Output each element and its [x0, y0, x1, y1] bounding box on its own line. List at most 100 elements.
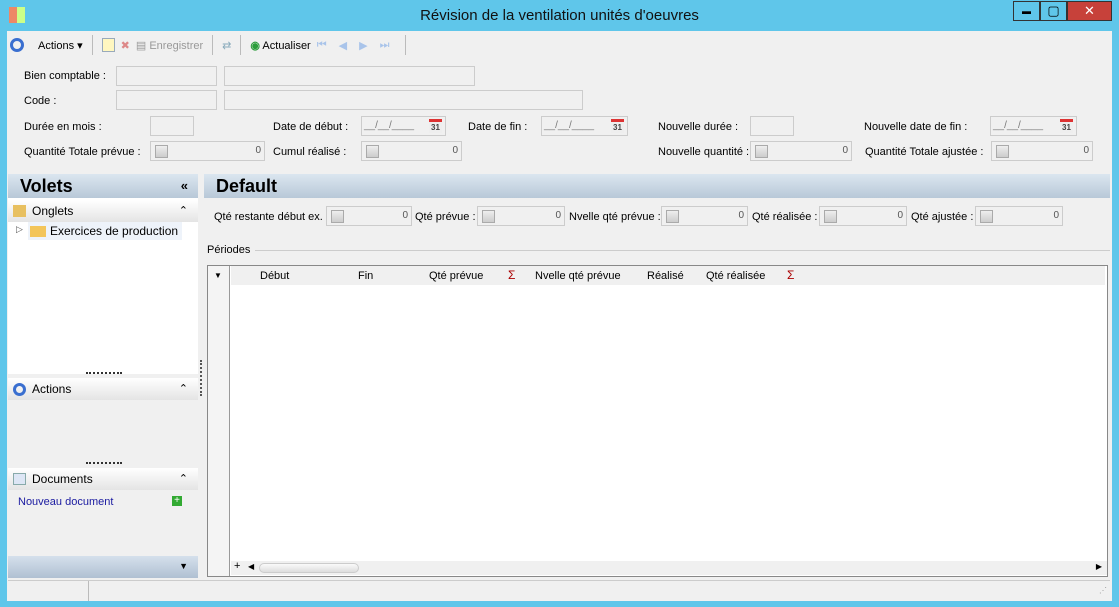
status-bar: ⋰: [8, 580, 1110, 601]
code-label: Code :: [24, 95, 57, 107]
delete-icon[interactable]: ✖: [121, 39, 130, 52]
code-desc-input[interactable]: [224, 90, 583, 110]
new-document-link[interactable]: Nouveau document: [18, 496, 113, 508]
scroll-thumb[interactable]: [259, 563, 359, 573]
checkbox[interactable]: [824, 210, 837, 223]
checkbox[interactable]: [482, 210, 495, 223]
column-header-nvelle-qte-prevue[interactable]: Nvelle qté prévue: [535, 270, 621, 282]
document-icon: [13, 473, 26, 485]
calendar-icon[interactable]: 31: [611, 119, 624, 133]
save-button[interactable]: ▤ Enregistrer: [136, 39, 203, 52]
first-record-icon[interactable]: ⏮: [317, 39, 327, 52]
code-input[interactable]: [116, 90, 217, 110]
column-header-fin[interactable]: Fin: [358, 270, 373, 282]
calendar-icon[interactable]: 31: [429, 119, 442, 133]
sync-icon[interactable]: ⇄: [222, 39, 231, 52]
volets-title: Volets: [20, 176, 73, 196]
onglets-label: Onglets: [32, 204, 74, 218]
collapse-chevron-icon[interactable]: ⌃: [179, 200, 188, 222]
nouvelle-quantite-input[interactable]: 0: [750, 141, 852, 161]
checkbox[interactable]: [666, 210, 679, 223]
close-button[interactable]: ✕: [1067, 1, 1112, 21]
qte-totale-ajustee-input[interactable]: 0: [991, 141, 1093, 161]
date-fin-input[interactable]: __/__/____ 31: [541, 116, 628, 136]
value: 0: [842, 145, 848, 156]
refresh-icon: ◉: [250, 39, 260, 52]
previous-record-icon[interactable]: ◀: [339, 39, 347, 52]
checkbox[interactable]: [755, 145, 768, 158]
checkbox[interactable]: [996, 145, 1009, 158]
column-header-qte-prevue[interactable]: Qté prévue: [429, 270, 483, 282]
tree-item-exercices[interactable]: Exercices de production: [28, 222, 183, 240]
actions-icon: [13, 383, 26, 396]
nouvelle-date-fin-input[interactable]: __/__/____ 31: [990, 116, 1077, 136]
collapse-chevron-icon[interactable]: ⌃: [179, 468, 188, 490]
qte-ajustee-input[interactable]: 0: [975, 206, 1063, 226]
checkbox[interactable]: [331, 210, 344, 223]
column-chooser-icon[interactable]: ▼: [214, 271, 222, 280]
scroll-left-icon[interactable]: ◀: [248, 562, 254, 571]
periodes-grid[interactable]: [207, 265, 1108, 577]
checkbox[interactable]: [155, 145, 168, 158]
splitter[interactable]: [86, 372, 122, 374]
checkbox[interactable]: [980, 210, 993, 223]
add-row-icon[interactable]: +: [234, 560, 240, 572]
maximize-button[interactable]: ▢: [1040, 1, 1067, 21]
duree-mois-input[interactable]: [150, 116, 194, 136]
new-icon[interactable]: [101, 38, 115, 52]
save-label: Enregistrer: [149, 39, 204, 52]
tree-expand-icon[interactable]: ▷: [16, 224, 23, 235]
refresh-label: Actualiser: [262, 39, 311, 52]
column-header-qte-realisee[interactable]: Qté réalisée: [706, 270, 765, 282]
bien-comptable-desc-input[interactable]: [224, 66, 475, 86]
panel-menu-dropdown-icon[interactable]: ▼: [179, 561, 188, 571]
collapse-panel-button[interactable]: «: [181, 174, 188, 198]
splitter[interactable]: [86, 462, 122, 464]
refresh-button[interactable]: ◉ Actualiser: [250, 39, 310, 52]
status-panel: [8, 581, 89, 601]
date-placeholder: __/__/____: [993, 120, 1044, 131]
collapse-chevron-icon[interactable]: ⌃: [179, 378, 188, 400]
documents-section-header[interactable]: Documents ⌃: [8, 468, 198, 490]
actions-section-header[interactable]: Actions ⌃: [8, 378, 198, 400]
minimize-button[interactable]: ▬: [1013, 1, 1040, 21]
app-icon: [9, 7, 25, 23]
add-document-icon[interactable]: +: [172, 496, 182, 506]
column-header-realise[interactable]: Réalisé: [647, 270, 684, 282]
panel-menu-bar: ▼: [8, 556, 198, 578]
next-record-icon[interactable]: ▶: [359, 39, 367, 52]
nouvelle-duree-input[interactable]: [750, 116, 794, 136]
periodes-divider: [255, 250, 1110, 251]
cumul-realise-input[interactable]: 0: [361, 141, 462, 161]
actions-label: Actions: [38, 39, 75, 52]
value: 0: [402, 210, 408, 221]
bien-comptable-label: Bien comptable :: [24, 70, 106, 82]
save-icon: ▤: [135, 39, 147, 52]
onglets-section-header[interactable]: Onglets ⌃: [8, 200, 198, 222]
horizontal-scrollbar[interactable]: + ◀ ▶: [231, 560, 1107, 575]
actions-menu[interactable]: Actions ▾: [38, 39, 83, 52]
nvelle-qte-prevue-label: Nvelle qté prévue :: [569, 211, 661, 223]
checkbox[interactable]: [366, 145, 379, 158]
date-placeholder: __/__/____: [364, 120, 415, 131]
qte-restante-input[interactable]: 0: [326, 206, 412, 226]
value: 0: [452, 145, 458, 156]
calendar-icon[interactable]: 31: [1060, 119, 1073, 133]
volets-header: Volets «: [8, 174, 198, 198]
qte-totale-prevue-input[interactable]: 0: [150, 141, 265, 161]
qte-prevue-label: Qté prévue :: [415, 211, 476, 223]
resize-grip-icon[interactable]: ⋰: [1099, 586, 1107, 595]
vertical-splitter[interactable]: [200, 360, 202, 396]
folder-icon: [13, 205, 26, 217]
nvelle-qte-prevue-input[interactable]: 0: [661, 206, 748, 226]
cumul-realise-label: Cumul réalisé :: [273, 146, 347, 158]
date-placeholder: __/__/____: [544, 120, 595, 131]
scroll-right-icon[interactable]: ▶: [1096, 562, 1102, 571]
column-header-debut[interactable]: Début: [260, 270, 289, 282]
last-record-icon[interactable]: ⏭: [380, 39, 390, 52]
qte-prevue-input[interactable]: 0: [477, 206, 565, 226]
qte-totale-prevue-label: Quantité Totale prévue :: [24, 146, 141, 158]
qte-realisee-input[interactable]: 0: [819, 206, 907, 226]
bien-comptable-code-input[interactable]: [116, 66, 217, 86]
date-debut-input[interactable]: __/__/____ 31: [361, 116, 446, 136]
